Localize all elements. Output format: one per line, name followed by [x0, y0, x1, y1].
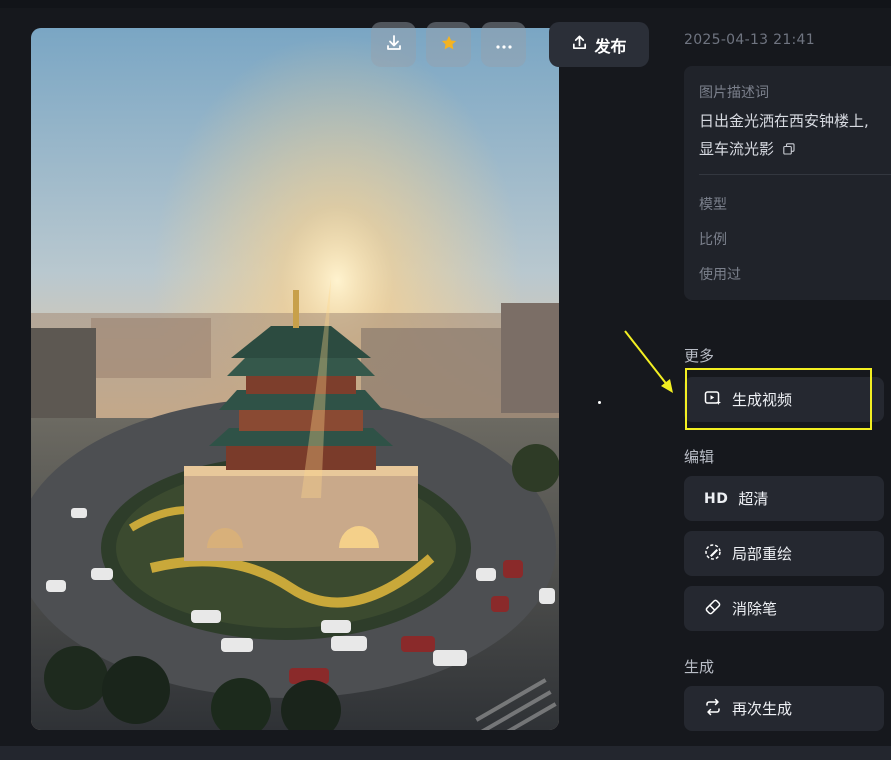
repeat-icon	[704, 698, 722, 720]
regenerate-label: 再次生成	[732, 700, 793, 718]
model-label: 模型	[699, 197, 727, 213]
generate-video-label: 生成视频	[732, 391, 793, 409]
info-divider	[699, 174, 891, 175]
created-timestamp: 2025-04-13 21:41	[684, 32, 815, 48]
image-content	[31, 28, 559, 730]
upscale-button[interactable]: HD 超清	[684, 476, 884, 521]
hd-icon: HD	[704, 490, 729, 507]
upload-icon	[571, 34, 588, 55]
eraser-button[interactable]: 消除笔	[684, 586, 884, 631]
generated-image[interactable]	[31, 28, 559, 730]
image-info-card: 图片描述词 日出金光洒在西安钟楼上, 显车流光影 模型 比例 使用过	[684, 66, 891, 300]
eraser-icon	[704, 598, 722, 620]
generate-section-title: 生成	[684, 658, 715, 676]
brush-icon	[704, 543, 722, 565]
edit-section-title: 编辑	[684, 448, 715, 466]
used-label: 使用过	[699, 267, 741, 283]
download-icon	[385, 34, 403, 56]
publish-label: 发布	[594, 36, 627, 56]
inpaint-button[interactable]: 局部重绘	[684, 531, 884, 576]
favorite-button[interactable]	[426, 22, 471, 67]
description-text: 日出金光洒在西安钟楼上, 显车流光影	[699, 107, 891, 164]
description-line-1: 日出金光洒在西安钟楼上,	[699, 112, 869, 130]
star-icon	[440, 34, 458, 56]
publish-button[interactable]: 发布	[549, 22, 649, 67]
download-button[interactable]	[371, 22, 416, 67]
eraser-label: 消除笔	[732, 600, 778, 618]
inpaint-label: 局部重绘	[732, 545, 793, 563]
copy-icon[interactable]	[783, 136, 795, 164]
description-label: 图片描述词	[699, 85, 769, 101]
generate-video-button[interactable]: 生成视频	[684, 377, 884, 422]
top-strip	[0, 0, 891, 8]
ratio-label: 比例	[699, 232, 727, 248]
more-section-title: 更多	[684, 347, 715, 365]
description-line-2: 显车流光影	[699, 140, 775, 158]
video-sparkle-icon	[704, 389, 722, 411]
annotation-arrow	[624, 330, 673, 393]
more-icon	[495, 35, 513, 54]
upscale-label: 超清	[738, 490, 769, 508]
cursor-dot	[598, 401, 601, 404]
more-options-button[interactable]	[481, 22, 526, 67]
regenerate-button[interactable]: 再次生成	[684, 686, 884, 731]
bottom-strip	[0, 746, 891, 760]
